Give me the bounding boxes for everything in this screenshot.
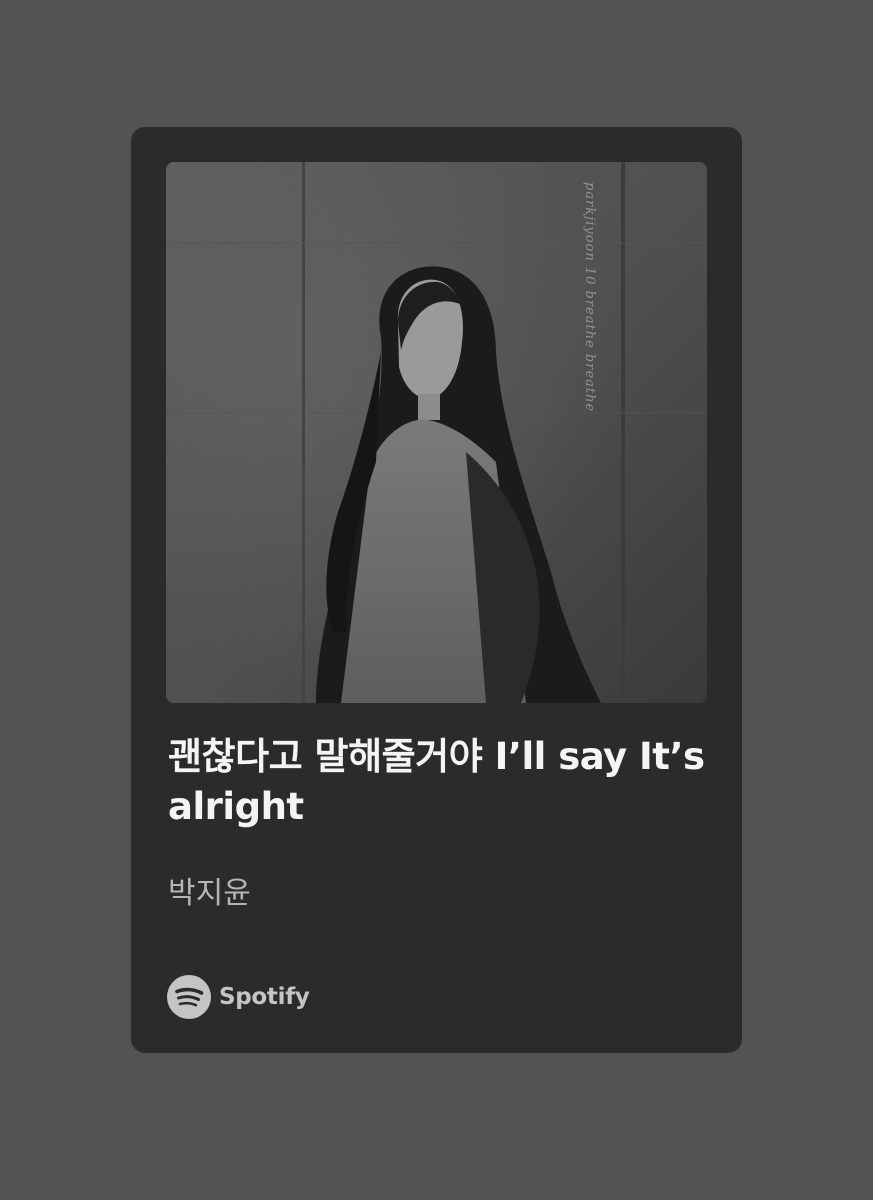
spotify-branding[interactable]: Spotify: [167, 975, 310, 1019]
artist-name[interactable]: 박지윤: [168, 874, 251, 914]
track-share-card[interactable]: parkjiyoon 10 breathe breathe 괜찮다고 말해줄거야…: [131, 127, 742, 1053]
cover-handwriting: parkjiyoon 10 breathe breathe: [582, 182, 597, 413]
track-title[interactable]: 괜찮다고 말해줄거야 I’ll say It’s alright: [168, 732, 713, 832]
album-cover[interactable]: parkjiyoon 10 breathe breathe: [166, 162, 707, 703]
album-cover-image: [166, 162, 707, 703]
spotify-wordmark: Spotify: [219, 984, 310, 1010]
spotify-logo-icon: [167, 975, 211, 1019]
